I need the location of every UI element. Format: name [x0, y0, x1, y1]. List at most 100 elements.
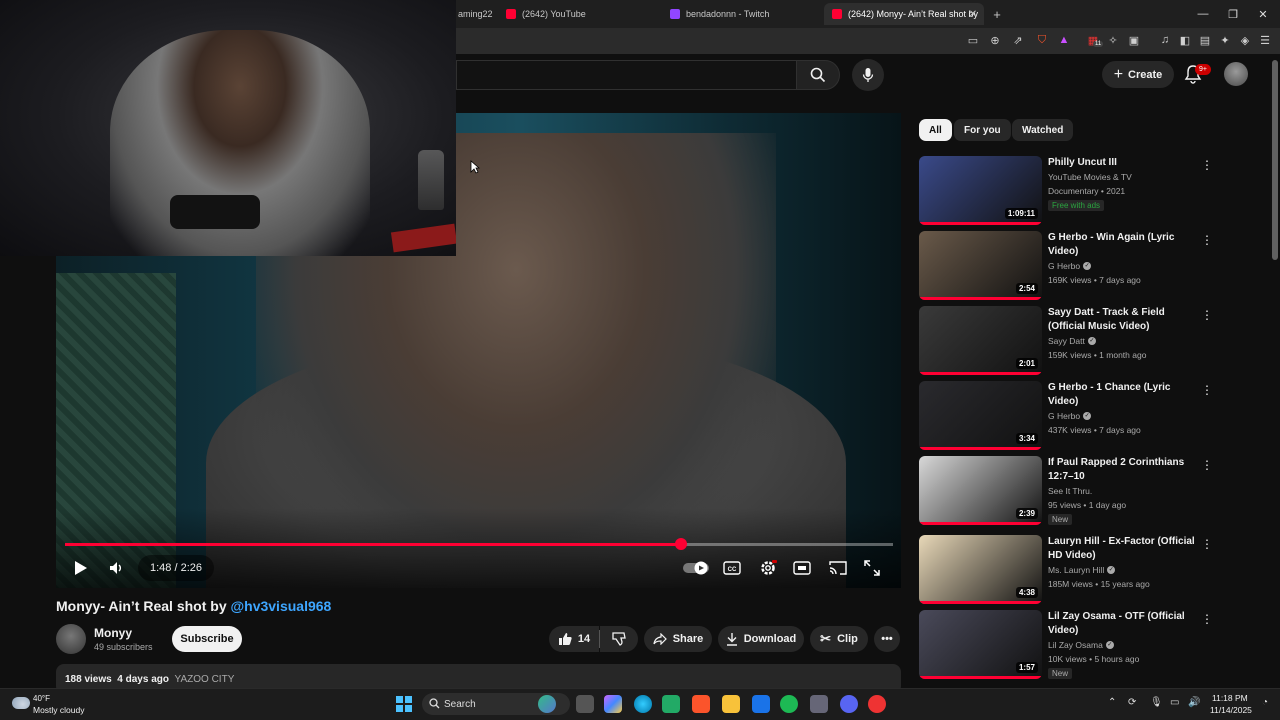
recommendation-title[interactable]: G Herbo - Win Again (Lyric Video)	[1048, 231, 1198, 259]
clock-time[interactable]: 11:18 PM	[1212, 693, 1248, 703]
like-button[interactable]: 14	[549, 626, 599, 652]
video-thumbnail[interactable]: 3:34	[919, 381, 1042, 450]
recommendation-title[interactable]: Philly Uncut III	[1048, 156, 1198, 170]
window-icon[interactable]: ▣	[1127, 33, 1141, 47]
recommendation-channel[interactable]: YouTube Movies & TV	[1048, 172, 1132, 182]
create-button[interactable]: + Create	[1102, 61, 1174, 88]
close-tab-icon[interactable]: ✕	[964, 3, 982, 25]
weather-description[interactable]: Mostly cloudy	[33, 705, 85, 715]
clip-button[interactable]: ✂ Clip	[810, 626, 868, 652]
recommendation-channel[interactable]: Ms. Lauryn Hill ✓	[1048, 565, 1116, 575]
video-thumbnail[interactable]: 1:57	[919, 610, 1042, 679]
chip-all[interactable]: All	[919, 119, 952, 141]
edge-browser-icon[interactable]	[634, 695, 652, 713]
copilot-app-icon[interactable]	[538, 695, 556, 713]
share-button[interactable]: Share	[644, 626, 712, 652]
recommendation-channel[interactable]: See It Thru.	[1048, 486, 1092, 496]
microphone-tray-icon[interactable]: 🎙	[1150, 697, 1163, 708]
browser-tab-youtube[interactable]: (2642) YouTube	[498, 3, 648, 25]
video-thumbnail[interactable]: 2:39	[919, 456, 1042, 525]
media-music-icon[interactable]: ♫	[1158, 33, 1172, 47]
wallet-icon[interactable]: ▤	[1198, 33, 1212, 47]
location-tag[interactable]: YAZOO CITY	[175, 674, 235, 685]
recommendation-title[interactable]: Sayy Datt - Track & Field (Official Musi…	[1048, 306, 1198, 334]
zoom-icon[interactable]: ⊕	[988, 33, 1002, 47]
minimize-button[interactable]: —	[1188, 4, 1218, 24]
recommendation-item[interactable]: 3:34 G Herbo - 1 Chance (Lyric Video) G He…	[919, 381, 1219, 453]
channel-name[interactable]: Monyy	[94, 626, 132, 640]
file-explorer-icon[interactable]	[722, 695, 740, 713]
recommendation-item[interactable]: 2:01 Sayy Datt - Track & Field (Official …	[919, 306, 1219, 378]
screen-cast-icon[interactable]: ▭	[966, 33, 980, 47]
page-scrollbar[interactable]	[1272, 60, 1278, 260]
progress-scrubber-handle[interactable]	[675, 538, 688, 550]
discord-icon[interactable]	[840, 695, 858, 713]
more-vertical-icon[interactable]: ⋮	[1201, 383, 1213, 397]
sidebar-icon[interactable]: ◧	[1178, 33, 1192, 47]
video-thumbnail[interactable]: 2:01	[919, 306, 1042, 375]
outlook-mail-icon[interactable]	[752, 695, 770, 713]
chip-for-you[interactable]: For you	[954, 119, 1011, 141]
autoplay-toggle[interactable]	[682, 555, 710, 581]
settings-button[interactable]	[756, 555, 780, 581]
clock-date[interactable]: 11/14/2025	[1210, 705, 1252, 715]
video-title-handle-link[interactable]: @hv3visual968	[231, 598, 332, 614]
account-avatar[interactable]	[1224, 62, 1248, 86]
download-button[interactable]: Download	[718, 626, 804, 652]
recommendation-item[interactable]: 1:57 Lil Zay Osama - OTF (Official Video)…	[919, 610, 1219, 682]
cast-button[interactable]	[826, 555, 850, 581]
more-vertical-icon[interactable]: ⋮	[1201, 458, 1213, 472]
more-vertical-icon[interactable]: ⋮	[1201, 537, 1213, 551]
captions-button[interactable]: CC	[720, 555, 744, 581]
recommendation-channel[interactable]: Sayy Datt ✓	[1048, 336, 1096, 346]
recommendation-item[interactable]: 2:39 If Paul Rapped 2 Corinthians 12:7–10…	[919, 456, 1219, 528]
dislike-button[interactable]	[600, 626, 638, 652]
more-actions-button[interactable]: •••	[874, 626, 900, 652]
network-icon[interactable]: ▭	[1170, 697, 1179, 708]
recommendation-channel[interactable]: G Herbo ✓	[1048, 261, 1092, 271]
brave-shield-icon[interactable]: ⛉	[1035, 33, 1049, 47]
recommendation-item[interactable]: 4:38 Lauryn Hill - Ex-Factor (Official HD…	[919, 535, 1219, 607]
video-thumbnail[interactable]: 1:09:11	[919, 156, 1042, 225]
weather-temperature[interactable]: 40°F	[33, 694, 50, 703]
voice-search-button[interactable]	[852, 59, 884, 91]
leo-ai-icon[interactable]: ✦	[1218, 33, 1232, 47]
microsoft-store-icon[interactable]	[662, 695, 680, 713]
video-thumbnail[interactable]: 2:54	[919, 231, 1042, 300]
extensions-puzzle-icon[interactable]: ✧	[1106, 33, 1120, 47]
notification-center-icon[interactable]: ◔	[1262, 697, 1268, 708]
recommendation-channel[interactable]: G Herbo ✓	[1048, 411, 1092, 421]
brave-rewards-icon[interactable]: ▲	[1057, 33, 1071, 47]
brave-browser-icon[interactable]	[692, 695, 710, 713]
vpn-shield-icon[interactable]: ◈	[1238, 33, 1252, 47]
close-window-button[interactable]: ✕	[1248, 4, 1278, 24]
more-vertical-icon[interactable]: ⋮	[1201, 612, 1213, 626]
browser-tab-twitch[interactable]: bendadonnn - Twitch	[662, 3, 812, 25]
search-button[interactable]	[796, 60, 840, 90]
recommendation-title[interactable]: If Paul Rapped 2 Corinthians 12:7–10	[1048, 456, 1198, 484]
more-vertical-icon[interactable]: ⋮	[1201, 308, 1213, 322]
windows-start-button[interactable]	[396, 696, 412, 712]
browser-tab-active[interactable]: (2642) Monyy- Ain’t Real shot by	[824, 3, 984, 25]
fullscreen-button[interactable]	[860, 555, 884, 581]
subscribe-button[interactable]: Subscribe	[172, 626, 242, 652]
chip-watched[interactable]: Watched	[1012, 119, 1074, 141]
task-view-icon[interactable]	[576, 695, 594, 713]
show-hidden-icons-chevron-icon[interactable]: ⌃	[1108, 697, 1116, 708]
recommendation-item[interactable]: 2:54 G Herbo - Win Again (Lyric Video) G H…	[919, 231, 1219, 303]
copilot-icon[interactable]	[604, 695, 622, 713]
spotify-icon[interactable]	[780, 695, 798, 713]
recommendation-title[interactable]: Lil Zay Osama - OTF (Official Video)	[1048, 610, 1198, 638]
recommendation-title[interactable]: Lauryn Hill - Ex-Factor (Official HD Vid…	[1048, 535, 1198, 563]
maximize-button[interactable]: ❐	[1218, 4, 1248, 24]
video-thumbnail[interactable]: 4:38	[919, 535, 1042, 604]
more-vertical-icon[interactable]: ⋮	[1201, 158, 1213, 172]
new-tab-button[interactable]: +	[988, 3, 1006, 25]
volume-button[interactable]	[104, 555, 128, 581]
cloud-weather-icon[interactable]	[12, 697, 30, 709]
browser-tab-gaming[interactable]: aming22	[450, 3, 500, 25]
share-page-icon[interactable]: ⇗	[1011, 33, 1025, 47]
sync-icon[interactable]: ⟳	[1128, 697, 1136, 708]
app-with-badge-icon[interactable]	[868, 695, 886, 713]
progress-bar[interactable]	[65, 538, 893, 550]
